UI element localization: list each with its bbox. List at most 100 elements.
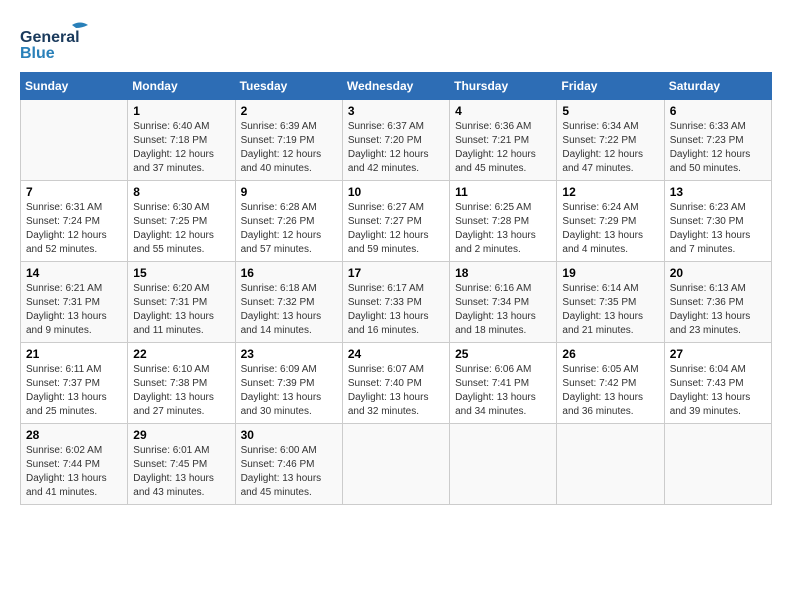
- calendar-week-row: 7 Sunrise: 6:31 AM Sunset: 7:24 PM Daylig…: [21, 181, 772, 262]
- calendar-header-cell: Sunday: [21, 73, 128, 100]
- day-info: Sunrise: 6:10 AM Sunset: 7:38 PM Dayligh…: [133, 363, 229, 419]
- day-number: 9: [241, 185, 337, 199]
- day-number: 18: [455, 266, 551, 280]
- calendar-day-cell: 15Sunrise: 6:20 AM Sunset: 7:31 PM Dayli…: [128, 262, 235, 343]
- calendar-table: SundayMondayTuesdayWednesdayThursdayFrid…: [20, 72, 772, 505]
- day-number: 28: [26, 428, 122, 442]
- day-number: 26: [562, 347, 658, 361]
- day-info: Sunrise: 6:18 AM Sunset: 7:32 PM Dayligh…: [241, 282, 337, 338]
- calendar-day-cell: [664, 424, 771, 505]
- day-number: 24: [348, 347, 444, 361]
- logo: GeneralBlue: [20, 20, 100, 62]
- calendar-day-cell: 12 Sunrise: 6:24 AM Sunset: 7:29 PM Dayli…: [557, 181, 664, 262]
- day-info: Sunrise: 6:07 AM Sunset: 7:40 PM Dayligh…: [348, 363, 444, 419]
- calendar-week-row: 21 Sunrise: 6:11 AM Sunset: 7:37 PM Dayli…: [21, 343, 772, 424]
- calendar-day-cell: 28Sunrise: 6:02 AM Sunset: 7:44 PM Dayli…: [21, 424, 128, 505]
- day-number: 22: [133, 347, 229, 361]
- day-info: Sunrise: 6:34 AM Sunset: 7:22 PM Dayligh…: [562, 120, 658, 176]
- calendar-day-cell: 24 Sunrise: 6:07 AM Sunset: 7:40 PM Dayli…: [342, 343, 449, 424]
- calendar-week-row: 28Sunrise: 6:02 AM Sunset: 7:44 PM Dayli…: [21, 424, 772, 505]
- calendar-day-cell: 27 Sunrise: 6:04 AM Sunset: 7:43 PM Dayli…: [664, 343, 771, 424]
- calendar-day-cell: 25Sunrise: 6:06 AM Sunset: 7:41 PM Dayli…: [450, 343, 557, 424]
- day-info: Sunrise: 6:09 AM Sunset: 7:39 PM Dayligh…: [241, 363, 337, 419]
- day-info: Sunrise: 6:40 AM Sunset: 7:18 PM Dayligh…: [133, 120, 229, 176]
- calendar-day-cell: 16 Sunrise: 6:18 AM Sunset: 7:32 PM Dayli…: [235, 262, 342, 343]
- calendar-header-cell: Wednesday: [342, 73, 449, 100]
- calendar-day-cell: 10Sunrise: 6:27 AM Sunset: 7:27 PM Dayli…: [342, 181, 449, 262]
- svg-text:General: General: [20, 29, 80, 46]
- calendar-week-row: 1 Sunrise: 6:40 AM Sunset: 7:18 PM Daylig…: [21, 100, 772, 181]
- day-info: Sunrise: 6:37 AM Sunset: 7:20 PM Dayligh…: [348, 120, 444, 176]
- svg-text:Blue: Blue: [20, 45, 55, 62]
- day-info: Sunrise: 6:20 AM Sunset: 7:31 PM Dayligh…: [133, 282, 229, 338]
- day-number: 13: [670, 185, 766, 199]
- day-info: Sunrise: 6:11 AM Sunset: 7:37 PM Dayligh…: [26, 363, 122, 419]
- calendar-header-cell: Monday: [128, 73, 235, 100]
- calendar-header-row: SundayMondayTuesdayWednesdayThursdayFrid…: [21, 73, 772, 100]
- calendar-day-cell: 1 Sunrise: 6:40 AM Sunset: 7:18 PM Daylig…: [128, 100, 235, 181]
- calendar-header-cell: Thursday: [450, 73, 557, 100]
- day-number: 4: [455, 104, 551, 118]
- calendar-day-cell: [342, 424, 449, 505]
- calendar-day-cell: 11 Sunrise: 6:25 AM Sunset: 7:28 PM Dayli…: [450, 181, 557, 262]
- day-info: Sunrise: 6:36 AM Sunset: 7:21 PM Dayligh…: [455, 120, 551, 176]
- calendar-day-cell: 2Sunrise: 6:39 AM Sunset: 7:19 PM Daylig…: [235, 100, 342, 181]
- day-info: Sunrise: 6:23 AM Sunset: 7:30 PM Dayligh…: [670, 201, 766, 257]
- day-number: 19: [562, 266, 658, 280]
- calendar-body: 1 Sunrise: 6:40 AM Sunset: 7:18 PM Daylig…: [21, 100, 772, 505]
- calendar-header-cell: Friday: [557, 73, 664, 100]
- day-number: 21: [26, 347, 122, 361]
- day-number: 16: [241, 266, 337, 280]
- calendar-day-cell: 5 Sunrise: 6:34 AM Sunset: 7:22 PM Daylig…: [557, 100, 664, 181]
- day-number: 1: [133, 104, 229, 118]
- day-number: 11: [455, 185, 551, 199]
- day-info: Sunrise: 6:16 AM Sunset: 7:34 PM Dayligh…: [455, 282, 551, 338]
- calendar-day-cell: 13 Sunrise: 6:23 AM Sunset: 7:30 PM Dayli…: [664, 181, 771, 262]
- day-number: 29: [133, 428, 229, 442]
- day-number: 5: [562, 104, 658, 118]
- day-info: Sunrise: 6:30 AM Sunset: 7:25 PM Dayligh…: [133, 201, 229, 257]
- day-info: Sunrise: 6:14 AM Sunset: 7:35 PM Dayligh…: [562, 282, 658, 338]
- calendar-day-cell: 19 Sunrise: 6:14 AM Sunset: 7:35 PM Dayli…: [557, 262, 664, 343]
- day-number: 10: [348, 185, 444, 199]
- calendar-header-cell: Tuesday: [235, 73, 342, 100]
- day-number: 12: [562, 185, 658, 199]
- day-info: Sunrise: 6:24 AM Sunset: 7:29 PM Dayligh…: [562, 201, 658, 257]
- calendar-day-cell: [21, 100, 128, 181]
- day-info: Sunrise: 6:01 AM Sunset: 7:45 PM Dayligh…: [133, 444, 229, 500]
- calendar-day-cell: 17 Sunrise: 6:17 AM Sunset: 7:33 PM Dayli…: [342, 262, 449, 343]
- calendar-day-cell: 7 Sunrise: 6:31 AM Sunset: 7:24 PM Daylig…: [21, 181, 128, 262]
- calendar-day-cell: 3 Sunrise: 6:37 AM Sunset: 7:20 PM Daylig…: [342, 100, 449, 181]
- calendar-day-cell: 14 Sunrise: 6:21 AM Sunset: 7:31 PM Dayli…: [21, 262, 128, 343]
- calendar-day-cell: 6Sunrise: 6:33 AM Sunset: 7:23 PM Daylig…: [664, 100, 771, 181]
- calendar-day-cell: 22 Sunrise: 6:10 AM Sunset: 7:38 PM Dayli…: [128, 343, 235, 424]
- calendar-day-cell: 20Sunrise: 6:13 AM Sunset: 7:36 PM Dayli…: [664, 262, 771, 343]
- day-info: Sunrise: 6:28 AM Sunset: 7:26 PM Dayligh…: [241, 201, 337, 257]
- day-number: 17: [348, 266, 444, 280]
- day-number: 25: [455, 347, 551, 361]
- day-info: Sunrise: 6:00 AM Sunset: 7:46 PM Dayligh…: [241, 444, 337, 500]
- day-number: 8: [133, 185, 229, 199]
- day-number: 3: [348, 104, 444, 118]
- day-number: 7: [26, 185, 122, 199]
- day-number: 23: [241, 347, 337, 361]
- logo-svg: GeneralBlue: [20, 20, 100, 62]
- day-info: Sunrise: 6:31 AM Sunset: 7:24 PM Dayligh…: [26, 201, 122, 257]
- day-info: Sunrise: 6:39 AM Sunset: 7:19 PM Dayligh…: [241, 120, 337, 176]
- day-info: Sunrise: 6:17 AM Sunset: 7:33 PM Dayligh…: [348, 282, 444, 338]
- calendar-day-cell: 30Sunrise: 6:00 AM Sunset: 7:46 PM Dayli…: [235, 424, 342, 505]
- calendar-day-cell: 26 Sunrise: 6:05 AM Sunset: 7:42 PM Dayli…: [557, 343, 664, 424]
- page-header: GeneralBlue: [20, 20, 772, 62]
- calendar-day-cell: 9 Sunrise: 6:28 AM Sunset: 7:26 PM Daylig…: [235, 181, 342, 262]
- day-info: Sunrise: 6:21 AM Sunset: 7:31 PM Dayligh…: [26, 282, 122, 338]
- day-info: Sunrise: 6:04 AM Sunset: 7:43 PM Dayligh…: [670, 363, 766, 419]
- calendar-day-cell: 29 Sunrise: 6:01 AM Sunset: 7:45 PM Dayli…: [128, 424, 235, 505]
- day-number: 27: [670, 347, 766, 361]
- day-info: Sunrise: 6:13 AM Sunset: 7:36 PM Dayligh…: [670, 282, 766, 338]
- day-number: 14: [26, 266, 122, 280]
- day-info: Sunrise: 6:05 AM Sunset: 7:42 PM Dayligh…: [562, 363, 658, 419]
- calendar-day-cell: 21 Sunrise: 6:11 AM Sunset: 7:37 PM Dayli…: [21, 343, 128, 424]
- calendar-day-cell: [557, 424, 664, 505]
- calendar-day-cell: 4 Sunrise: 6:36 AM Sunset: 7:21 PM Daylig…: [450, 100, 557, 181]
- day-info: Sunrise: 6:25 AM Sunset: 7:28 PM Dayligh…: [455, 201, 551, 257]
